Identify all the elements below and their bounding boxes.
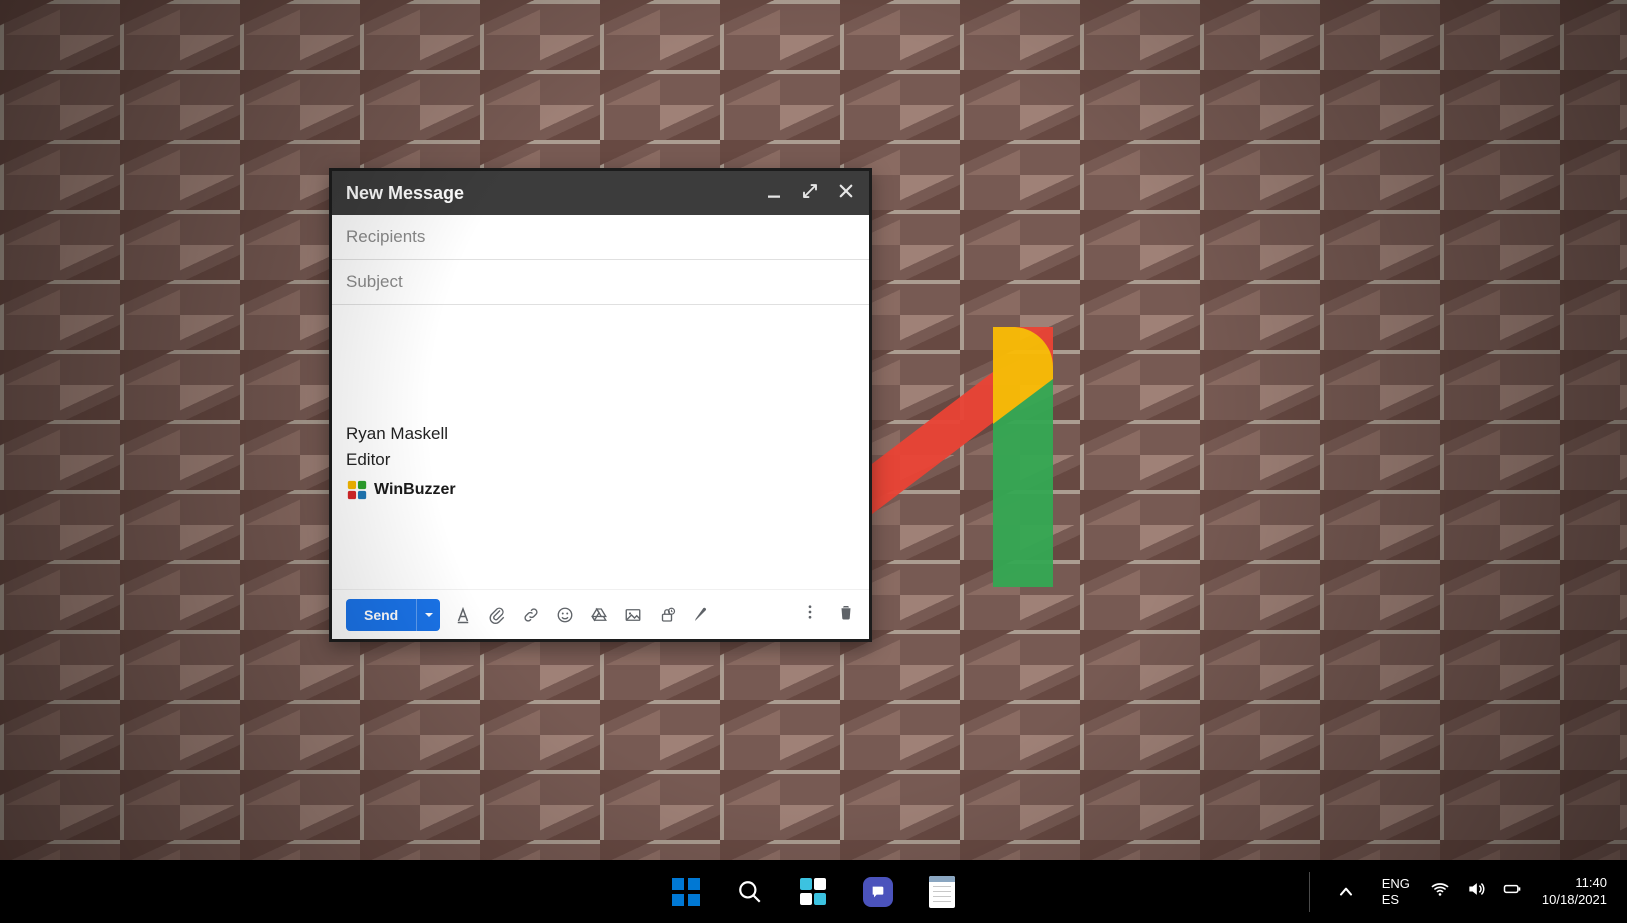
- start-button[interactable]: [670, 876, 702, 908]
- language-primary: ENG: [1382, 876, 1410, 892]
- compose-title: New Message: [346, 183, 464, 204]
- language-indicator[interactable]: ENG ES: [1382, 876, 1410, 907]
- recipients-field[interactable]: Recipients: [332, 215, 869, 260]
- more-options-icon[interactable]: [801, 603, 819, 626]
- clock-time: 11:40: [1542, 875, 1607, 891]
- compose-window: New Message Recipients Subject Ryan Mask…: [329, 168, 872, 642]
- send-button[interactable]: Send: [346, 599, 416, 631]
- winbuzzer-logo-icon: [346, 479, 368, 501]
- signature-brand: WinBuzzer: [374, 478, 456, 503]
- compose-header: New Message: [332, 171, 869, 215]
- email-signature: Ryan Maskell Editor WinBuzzer: [346, 421, 855, 502]
- fullscreen-icon[interactable]: [801, 182, 819, 205]
- language-secondary: ES: [1382, 892, 1410, 908]
- signature-name: Ryan Maskell: [346, 421, 855, 447]
- chat-icon[interactable]: [862, 876, 894, 908]
- show-hidden-icons-icon[interactable]: [1330, 876, 1362, 908]
- clock-date: 10/18/2021: [1542, 892, 1607, 908]
- taskbar: ENG ES 11:40 10/18/2021: [0, 860, 1627, 923]
- search-icon[interactable]: [734, 876, 766, 908]
- minimize-icon[interactable]: [765, 182, 783, 205]
- volume-icon[interactable]: [1466, 879, 1486, 904]
- insert-emoji-icon[interactable]: [556, 606, 574, 624]
- insert-link-icon[interactable]: [522, 606, 540, 624]
- insert-photo-icon[interactable]: [624, 606, 642, 624]
- discard-draft-icon[interactable]: [837, 603, 855, 626]
- clock[interactable]: 11:40 10/18/2021: [1542, 875, 1607, 908]
- wifi-icon[interactable]: [1430, 879, 1450, 904]
- compose-toolbar: Send: [332, 589, 869, 639]
- signature-role: Editor: [346, 447, 855, 473]
- widgets-icon[interactable]: [798, 876, 830, 908]
- send-options-button[interactable]: [416, 599, 440, 631]
- close-icon[interactable]: [837, 182, 855, 205]
- formatting-icon[interactable]: [454, 606, 472, 624]
- confidential-mode-icon[interactable]: [658, 606, 676, 624]
- compose-body[interactable]: Ryan Maskell Editor WinBuzzer: [332, 305, 869, 589]
- insert-signature-icon[interactable]: [692, 606, 710, 624]
- insert-drive-icon[interactable]: [590, 606, 608, 624]
- taskbar-divider: [1309, 872, 1310, 912]
- attach-file-icon[interactable]: [488, 606, 506, 624]
- subject-field[interactable]: Subject: [332, 260, 869, 305]
- battery-icon[interactable]: [1502, 879, 1522, 904]
- notepad-icon[interactable]: [926, 876, 958, 908]
